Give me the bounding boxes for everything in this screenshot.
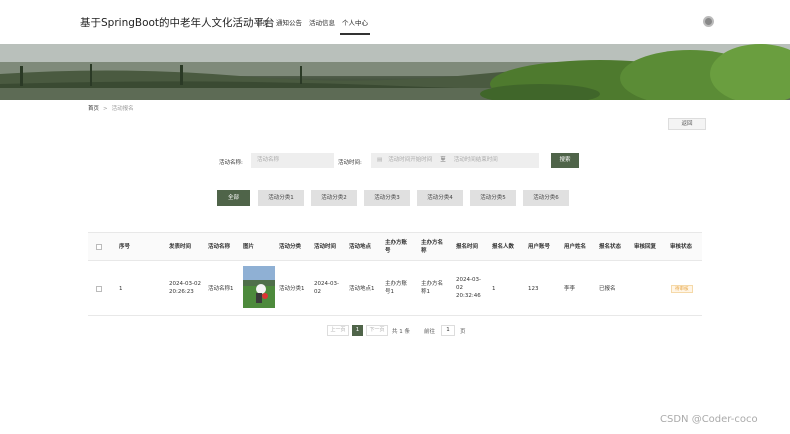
- category-1[interactable]: 活动分类1: [258, 190, 304, 206]
- header-host-name: 主办方名称: [421, 240, 444, 254]
- date-range-picker[interactable]: ▤ 活动时间开始时间 至 活动时间结束时间: [371, 153, 539, 168]
- end-date-input[interactable]: 活动时间结束时间: [454, 157, 498, 163]
- header-user-account: 用户账号: [528, 244, 551, 250]
- select-all-checkbox[interactable]: [96, 244, 102, 250]
- cell-publish-time: 2024-03-02 20:26:23: [169, 281, 201, 295]
- breadcrumb-current: 活动报名: [111, 106, 134, 112]
- header-host-account: 主办方账号: [385, 240, 408, 254]
- main-nav: 首页 通知公告 活动信息 个人中心: [256, 17, 370, 35]
- breadcrumb-home[interactable]: 首页: [88, 106, 99, 112]
- goto-label: 前往: [424, 329, 436, 335]
- cell-signup-count: 1: [492, 286, 496, 292]
- cell-host-account: 主办方账号1: [385, 281, 408, 295]
- header-user-name: 用户姓名: [564, 244, 587, 250]
- header: 基于SpringBoot的中老年人文化活动平台 首页 通知公告 活动信息 个人中…: [0, 0, 790, 44]
- nav-notices[interactable]: 通知公告: [276, 17, 302, 35]
- cell-user-name: 李李: [564, 286, 576, 292]
- breadcrumb-separator: >: [103, 106, 108, 112]
- cell-index: 1: [119, 286, 123, 292]
- row-checkbox[interactable]: [96, 286, 102, 292]
- prev-page-button[interactable]: 上一页: [327, 325, 349, 336]
- category-3[interactable]: 活动分类3: [364, 190, 410, 206]
- category-6[interactable]: 活动分类6: [523, 190, 569, 206]
- category-2[interactable]: 活动分类2: [311, 190, 357, 206]
- header-activity-time: 活动时间: [314, 244, 337, 250]
- page: 基于SpringBoot的中老年人文化活动平台 首页 通知公告 活动信息 个人中…: [0, 0, 790, 434]
- cell-activity-time: 2024-03-02: [314, 281, 339, 295]
- page-unit-label: 页: [460, 329, 466, 335]
- user-avatar-icon[interactable]: [703, 16, 714, 27]
- goto-page-input[interactable]: 1: [441, 325, 455, 336]
- header-signup-time: 报名时间: [456, 244, 479, 250]
- cell-signup-time: 2024-03-02 20:32:46: [456, 277, 481, 299]
- cell-location: 活动地点1: [349, 286, 375, 292]
- watermark: CSDN @Coder-coco: [660, 414, 758, 425]
- header-publish-time: 发表时间: [169, 244, 192, 250]
- signup-table: 序号 发表时间 活动名称 图片 活动分类 活动时间 活动地点 主办方账号 主办方…: [88, 232, 702, 316]
- header-activity-name: 活动名称: [208, 244, 231, 250]
- review-status-badge: 待审核: [671, 285, 693, 293]
- header-index: 序号: [119, 244, 131, 250]
- breadcrumb: 首页 > 活动报名: [88, 104, 134, 112]
- header-category: 活动分类: [279, 244, 302, 250]
- category-all[interactable]: 全部: [217, 190, 250, 206]
- date-range-separator: 至: [440, 157, 446, 163]
- header-review-reply: 审核回复: [634, 244, 657, 250]
- activity-name-label: 活动名称:: [219, 160, 243, 166]
- cell-category: 活动分类1: [279, 286, 305, 292]
- category-4[interactable]: 活动分类4: [417, 190, 463, 206]
- start-date-input[interactable]: 活动时间开始时间: [388, 157, 432, 163]
- banner-image: [0, 44, 790, 100]
- total-count: 共 1 条: [392, 329, 410, 335]
- activity-name-input[interactable]: 活动名称: [251, 153, 334, 168]
- cell-activity-name: 活动名称1: [208, 286, 234, 292]
- activity-time-label: 活动时间:: [338, 160, 362, 166]
- category-5[interactable]: 活动分类5: [470, 190, 516, 206]
- page-number-1[interactable]: 1: [352, 325, 363, 336]
- header-signup-status: 报名状态: [599, 244, 622, 250]
- cell-host-name: 主办方名称1: [421, 281, 444, 295]
- site-title: 基于SpringBoot的中老年人文化活动平台: [80, 17, 275, 29]
- nav-personal-center[interactable]: 个人中心: [340, 17, 370, 35]
- cell-signup-status: 已报名: [599, 286, 616, 292]
- back-button[interactable]: 返回: [668, 118, 706, 130]
- header-location: 活动地点: [349, 244, 372, 250]
- next-page-button[interactable]: 下一页: [366, 325, 388, 336]
- header-image: 图片: [243, 244, 255, 250]
- search-button[interactable]: 搜索: [551, 153, 579, 168]
- nav-home[interactable]: 首页: [256, 17, 269, 35]
- activity-thumbnail[interactable]: [243, 266, 275, 308]
- header-review-status: 审核状态: [670, 244, 693, 250]
- header-signup-count: 报名人数: [492, 244, 515, 250]
- cell-user-account: 123: [528, 286, 539, 292]
- calendar-icon: ▤: [377, 157, 383, 163]
- nav-activities[interactable]: 活动信息: [309, 17, 335, 35]
